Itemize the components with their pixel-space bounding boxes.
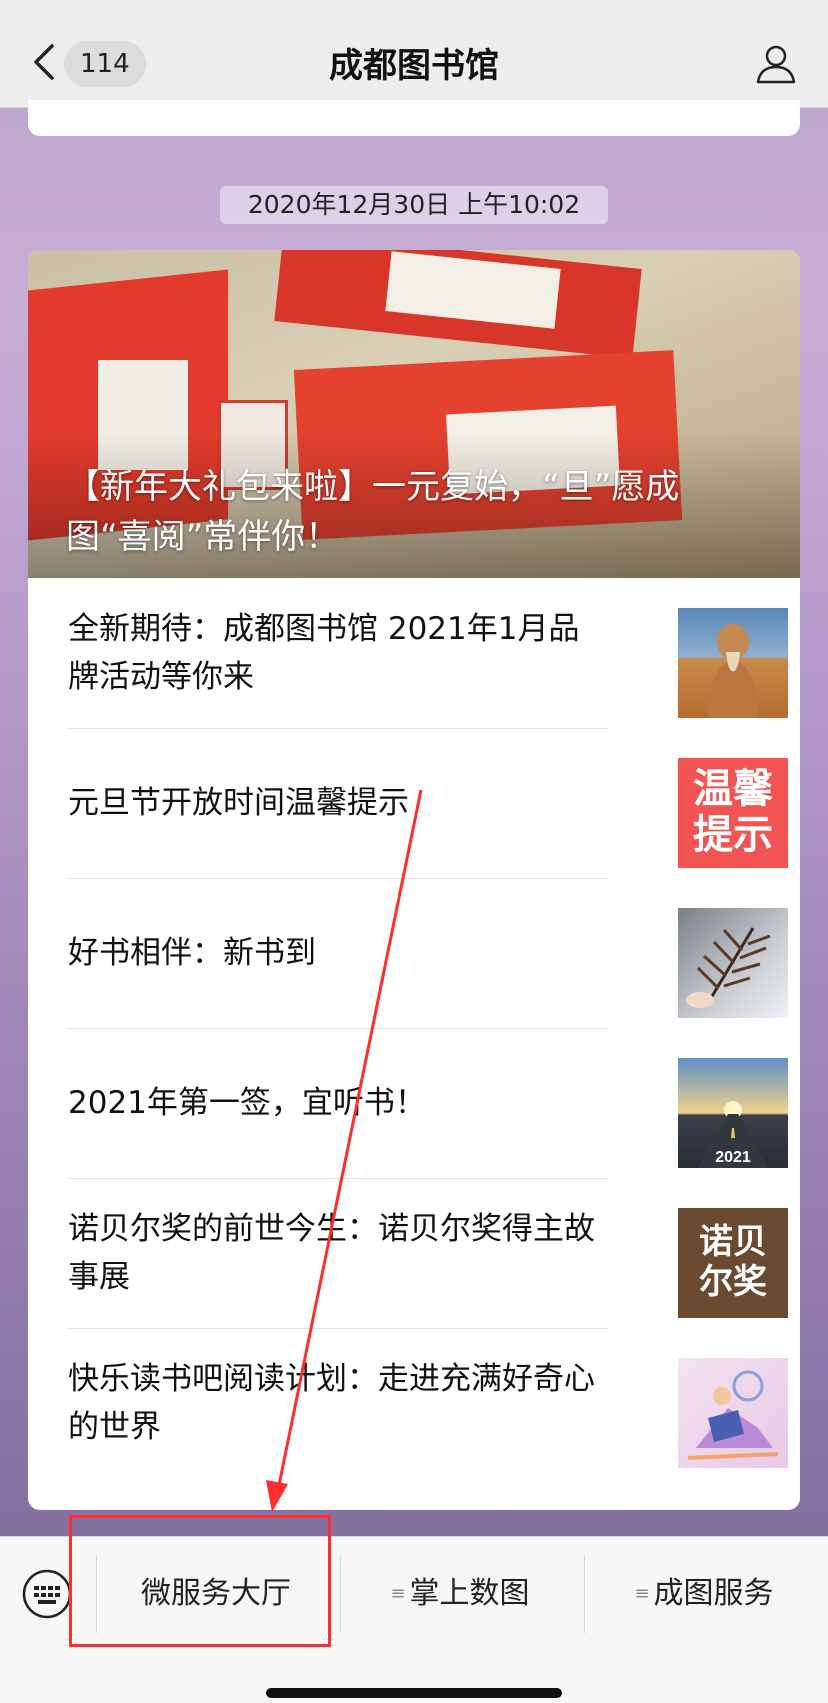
article-card: 【新年大礼包来啦】一元复始，“旦”愿成图“喜阅”常伴你！ 全新期待：成都图书馆 … xyxy=(28,250,800,1510)
notice-thumb-line2: 提示 xyxy=(693,812,773,858)
menu-item-library-services[interactable]: ≡ 成图服务 xyxy=(584,1555,824,1633)
hero-title: 【新年大礼包来啦】一元复始，“旦”愿成图“喜阅”常伴你！ xyxy=(66,467,680,557)
notice-thumb-line1: 温馨 xyxy=(693,766,773,812)
navigation-bar: 114 成都图书馆 xyxy=(0,0,828,108)
message-timestamp: 2020年12月30日 上午10:02 xyxy=(220,186,608,224)
menu-item-label: 成图服务 xyxy=(653,1576,774,1611)
previous-message-card xyxy=(28,100,800,136)
road-thumb-label: 2021 xyxy=(715,1149,751,1166)
nobel-thumb-line2: 尔奖 xyxy=(699,1262,767,1302)
article-title: 全新期待：成都图书馆 2021年1月品牌活动等你来 xyxy=(68,611,580,695)
road-2021-thumb: 2021 xyxy=(678,1058,788,1168)
reading-figure xyxy=(687,1370,779,1460)
keyboard-icon[interactable] xyxy=(22,1569,72,1619)
list-item[interactable]: 诺贝尔奖的前世今生：诺贝尔奖得主故事展 诺贝 尔奖 xyxy=(68,1178,800,1328)
list-item[interactable]: 好书相伴：新书到 xyxy=(68,878,800,1028)
leaf-thumb xyxy=(678,908,788,1018)
list-item[interactable]: 2021年第一签，宜听书！ 2021 xyxy=(68,1028,800,1178)
notice-thumb: 温馨 提示 xyxy=(678,758,788,868)
hero-article[interactable]: 【新年大礼包来啦】一元复始，“旦”愿成图“喜阅”常伴你！ xyxy=(28,250,800,578)
article-title: 诺贝尔奖的前世今生：诺贝尔奖得主故事展 xyxy=(68,1211,595,1295)
article-title: 元旦节开放时间温馨提示 xyxy=(68,785,409,821)
list-item[interactable]: 元旦节开放时间温馨提示 温馨 提示 xyxy=(68,728,800,878)
menu-item-label: 掌上数图 xyxy=(409,1576,530,1611)
home-indicator xyxy=(266,1688,562,1698)
road-shape: 2021 xyxy=(698,1101,768,1168)
nobel-thumb-line1: 诺贝 xyxy=(699,1222,767,1262)
confucius-statue-thumb xyxy=(678,608,788,718)
person-icon[interactable] xyxy=(754,42,798,86)
leaf-shape xyxy=(686,927,771,1008)
article-title: 快乐读书吧阅读计划：走进充满好奇心的世界 xyxy=(68,1361,595,1445)
submenu-icon: ≡ xyxy=(634,1583,650,1604)
list-item[interactable]: 快乐读书吧阅读计划：走进充满好奇心的世界 xyxy=(68,1328,800,1478)
list-item[interactable]: 全新期待：成都图书馆 2021年1月品牌活动等你来 xyxy=(68,578,800,728)
reading-illustration-thumb xyxy=(678,1358,788,1468)
article-title: 好书相伴：新书到 xyxy=(68,935,316,971)
article-title: 2021年第一签，宜听书！ xyxy=(68,1085,426,1121)
annotation-highlight-box xyxy=(69,1515,331,1647)
page-title: 成都图书馆 xyxy=(329,46,499,86)
nobel-thumb: 诺贝 尔奖 xyxy=(678,1208,788,1318)
submenu-icon: ≡ xyxy=(390,1583,406,1604)
menu-item-mobile-digital-library[interactable]: ≡ 掌上数图 xyxy=(340,1555,580,1633)
statue-figure xyxy=(708,624,758,718)
